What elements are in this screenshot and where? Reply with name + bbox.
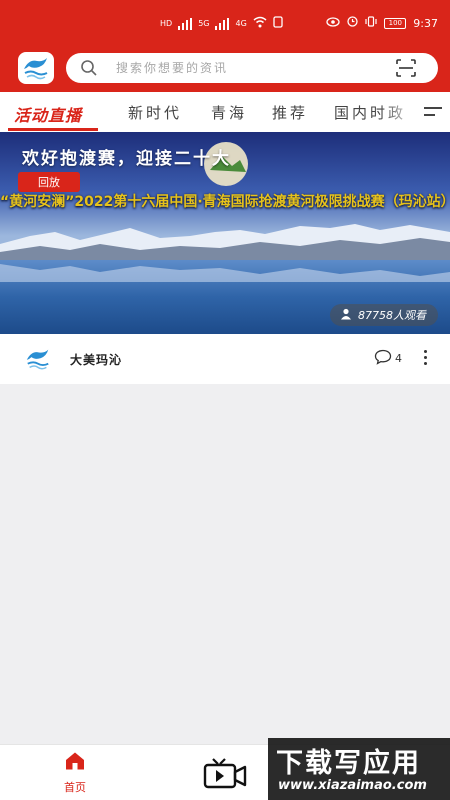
viewer-count: 87758人观看	[358, 309, 426, 322]
tab-recommended[interactable]: 推荐	[272, 102, 308, 123]
network-5g: 5G	[198, 19, 210, 28]
comment-button[interactable]: 4	[374, 349, 402, 368]
live-banner[interactable]: 欢好抱渡赛，迎接二十大 回放 “黄河安澜”2022第十六届中国·青海国际抢渡黄河…	[0, 132, 450, 334]
search-icon	[80, 59, 98, 81]
alarm-icon	[347, 16, 358, 30]
active-tab-indicator	[8, 128, 98, 131]
eye-icon	[326, 16, 340, 30]
system-indicators: 100 9:37	[326, 16, 438, 30]
home-icon	[64, 752, 86, 775]
event-title: “黄河安澜”2022第十六届中国·青海国际抢渡黄河极限挑战赛（玛沁站）	[0, 194, 450, 210]
menu-icon[interactable]	[424, 107, 442, 121]
search-bar[interactable]	[66, 53, 438, 83]
network-4g: 4G	[235, 19, 247, 28]
comment-count: 4	[395, 352, 402, 365]
tab-fade	[380, 92, 420, 132]
status-bar: HD 5G 4G 100 9:37	[0, 14, 450, 36]
signal-icon	[215, 17, 230, 30]
tab-qinghai[interactable]: 青海	[211, 102, 247, 123]
notification-icon	[273, 16, 283, 31]
user-icon	[340, 308, 352, 323]
vibrate-icon	[365, 16, 377, 30]
download-watermark: 下载写应用 www.xiazaimao.com	[268, 738, 450, 800]
network-indicators: HD 5G 4G	[160, 16, 283, 31]
network-label: HD	[160, 19, 173, 28]
battery-icon: 100	[384, 17, 407, 29]
banner-headline: 欢好抱渡赛，迎接二十大	[22, 149, 231, 169]
clock: 9:37	[413, 16, 438, 30]
search-input[interactable]	[116, 58, 366, 78]
scan-icon[interactable]	[396, 59, 416, 81]
nav-home[interactable]: 首页	[60, 751, 90, 795]
viewer-count-badge: 87758人观看	[330, 304, 438, 326]
nav-video[interactable]	[203, 757, 247, 795]
wifi-icon	[253, 16, 267, 31]
watermark-url: www.xiazaimao.com	[278, 778, 427, 793]
signal-icon	[178, 17, 193, 30]
replay-badge: 回放	[18, 172, 80, 192]
watermark-title: 下载写应用	[276, 748, 421, 779]
tab-new-era[interactable]: 新时代	[128, 102, 182, 123]
header-bar: HD 5G 4G 100 9:37	[0, 0, 450, 92]
nav-home-label: 首页	[64, 781, 86, 794]
app-logo-icon[interactable]	[18, 52, 54, 84]
source-name: 大美玛沁	[70, 353, 123, 367]
source-logo-icon	[24, 346, 52, 372]
tab-live-events[interactable]: 活动直播	[14, 102, 82, 126]
comment-icon	[374, 349, 392, 368]
list-item[interactable]: 大美玛沁 4	[0, 334, 450, 384]
video-icon	[203, 758, 247, 795]
category-tabs: 活动直播 新时代 青海 推荐 国内时政	[0, 92, 450, 132]
more-options-icon[interactable]	[424, 350, 428, 368]
